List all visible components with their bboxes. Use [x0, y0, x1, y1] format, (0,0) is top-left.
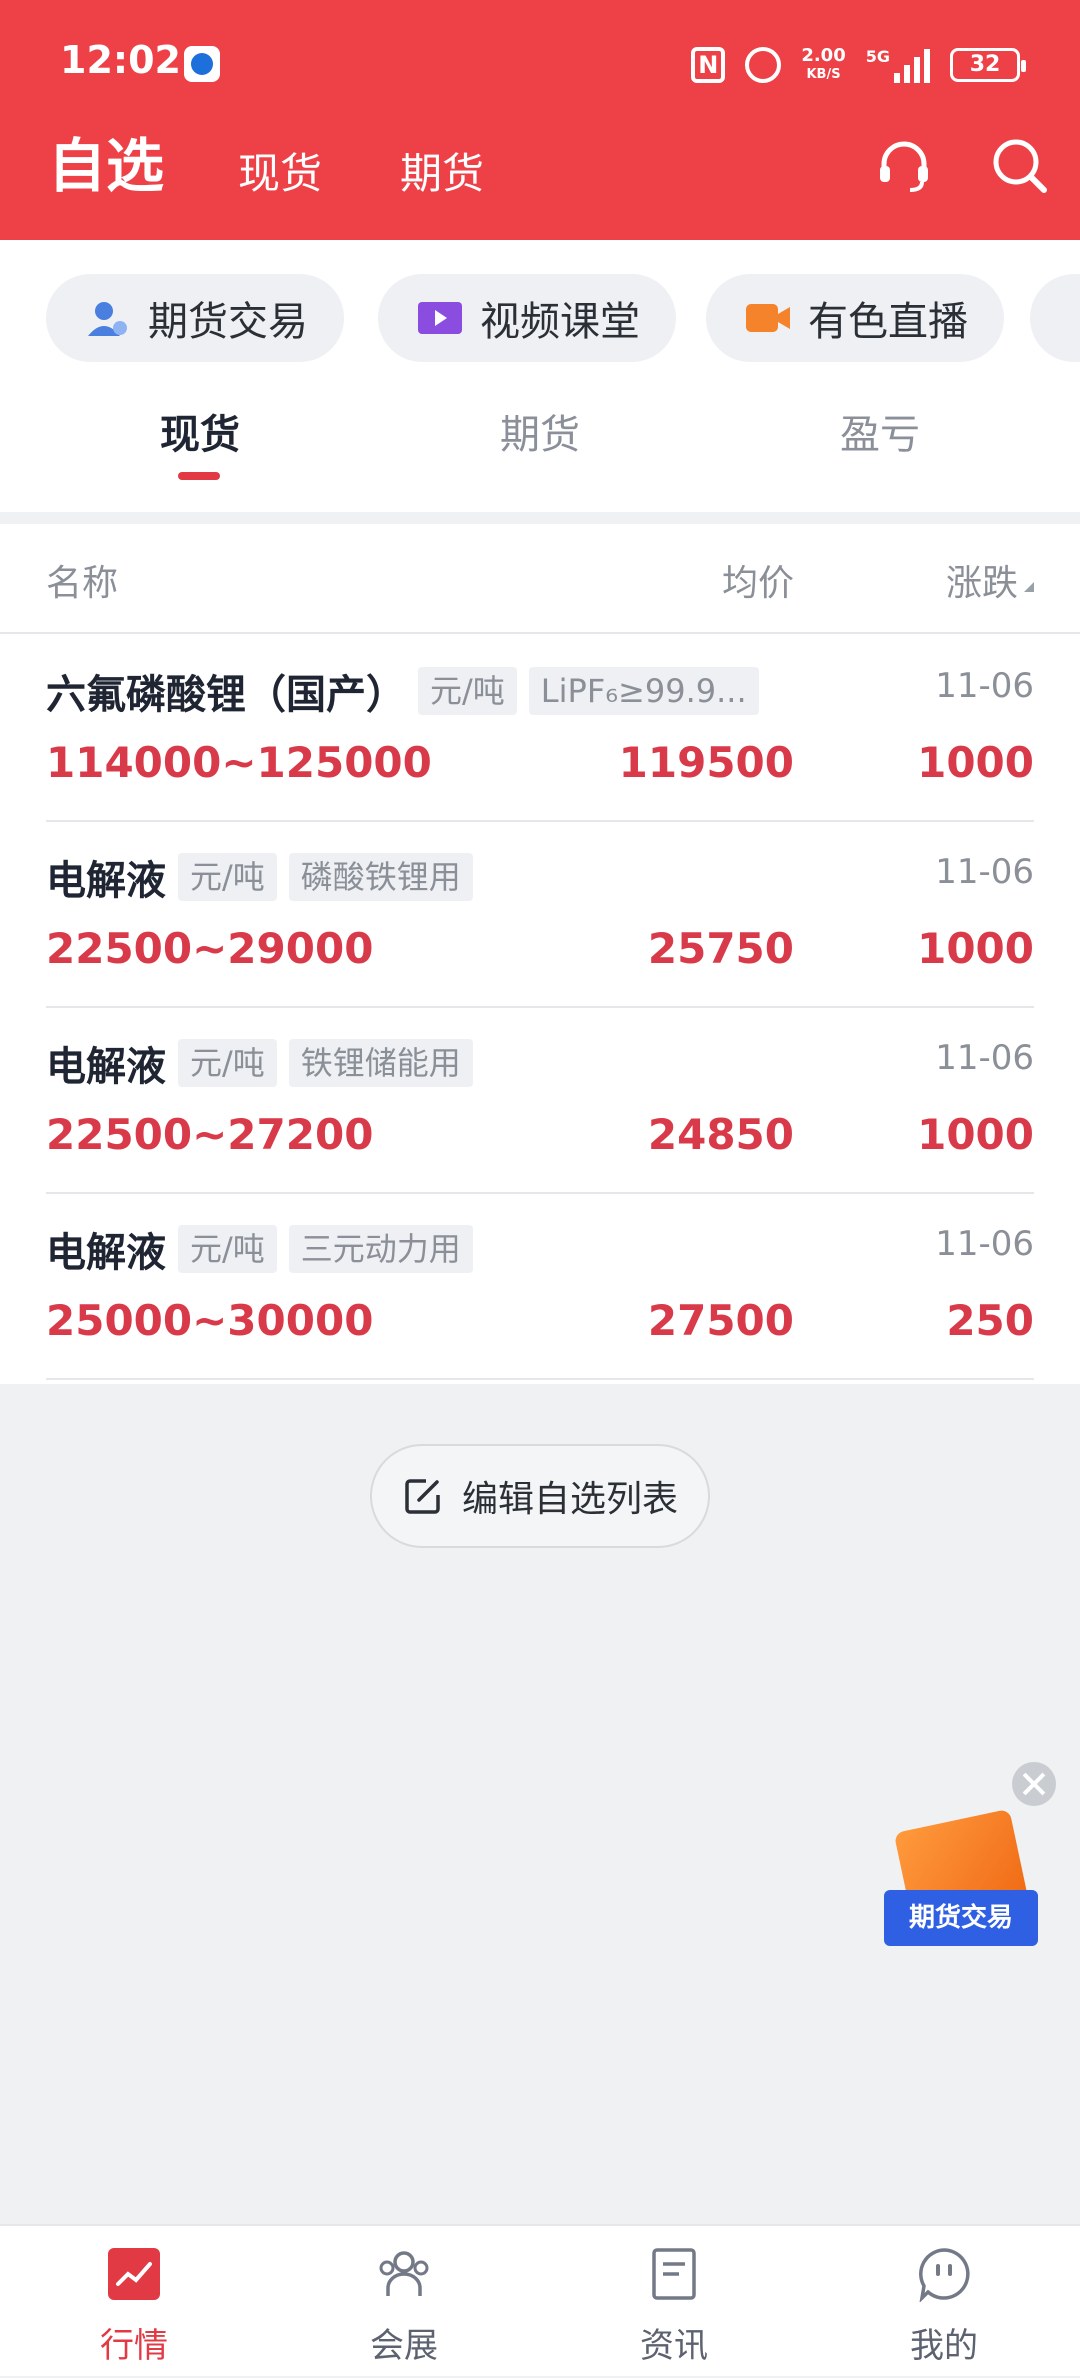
- status-icons: N 2.00 KB/S 5G 32: [691, 40, 1026, 90]
- user-trade-icon: [88, 302, 127, 336]
- alarm-icon: [745, 47, 782, 83]
- price-range: 114000~125000: [46, 738, 432, 787]
- nav-news[interactable]: 资讯: [574, 2226, 774, 2378]
- unit-tag: 元/吨: [178, 1039, 277, 1087]
- net-speed: 2.00 KB/S: [801, 46, 845, 84]
- app-notification-icon: [184, 46, 220, 82]
- avg-price: 24850: [647, 1110, 794, 1159]
- net-speed-value: 2.00: [801, 45, 846, 66]
- close-ad-icon[interactable]: [1012, 1762, 1056, 1806]
- top-nav: 自选 现货 期货: [0, 126, 1080, 240]
- subtab-bar: 现货 期货 盈亏: [0, 400, 1080, 500]
- search-icon[interactable]: [988, 134, 1052, 198]
- status-bar: 12:02 N 2.00 KB/S 5G 32: [0, 0, 1080, 126]
- spec-tag: 三元动力用: [288, 1225, 473, 1273]
- product-name: 六氟磷酸锂（国产）: [46, 672, 406, 718]
- chart-icon: [108, 2248, 160, 2300]
- network-type: 5G: [865, 47, 890, 66]
- avg-price: 25750: [647, 924, 794, 973]
- avg-price: 119500: [618, 738, 794, 787]
- video-icon: [418, 302, 462, 334]
- nav-label: 会展: [370, 2326, 438, 2366]
- table-row[interactable]: 电解液 元/吨 铁锂储能用 11-06 22500~27200 24850 10…: [46, 1008, 1034, 1194]
- tab-futures[interactable]: 期货: [400, 144, 484, 204]
- edit-icon: [405, 1479, 440, 1514]
- shortcut-panel: 期货交易 视频课堂 有色直播 现货 期货 盈亏: [0, 240, 1080, 512]
- chip-label: 期货交易: [148, 299, 308, 345]
- table-row[interactable]: 电解液 元/吨 三元动力用 11-06 25000~30000 27500 25…: [46, 1194, 1034, 1380]
- people-icon: [379, 2251, 429, 2296]
- nfc-icon: N: [691, 47, 726, 83]
- price-change: 250: [946, 1296, 1034, 1345]
- unit-tag: 元/吨: [418, 667, 517, 715]
- signal-icon: 5G: [866, 47, 930, 83]
- unit-tag: 元/吨: [178, 1225, 277, 1273]
- battery-level: 32: [969, 52, 1001, 77]
- nav-label: 我的: [910, 2326, 978, 2366]
- column-header: 名称 均价 涨跌: [0, 524, 1080, 634]
- price-change: 1000: [917, 738, 1034, 787]
- price-change: 1000: [917, 924, 1034, 973]
- net-speed-unit: KB/S: [806, 67, 841, 82]
- quote-date: 11-06: [935, 666, 1034, 706]
- document-icon: [652, 2248, 696, 2300]
- subtab-pnl[interactable]: 盈亏: [780, 400, 980, 470]
- price-range: 22500~29000: [46, 924, 374, 973]
- status-time: 12:02: [60, 38, 181, 82]
- battery-icon: 32: [950, 48, 1026, 82]
- unit-tag: 元/吨: [178, 853, 277, 901]
- chip-label: 视频课堂: [480, 299, 640, 345]
- app-header: 12:02 N 2.00 KB/S 5G 32 自选 现货 期货: [0, 0, 1080, 240]
- spec-tag: 铁锂储能用: [288, 1039, 473, 1087]
- column-change[interactable]: 涨跌: [946, 554, 1018, 606]
- chip-video-class[interactable]: 视频课堂: [378, 274, 676, 362]
- product-name: 电解液: [46, 1230, 166, 1276]
- tab-spot[interactable]: 现货: [238, 144, 322, 204]
- chip-label: 有色直播: [808, 299, 968, 345]
- price-range: 25000~30000: [46, 1296, 374, 1345]
- table-row[interactable]: 电解液 元/吨 磷酸铁锂用 11-06 22500~29000 25750 10…: [46, 822, 1034, 1008]
- nav-label: 行情: [100, 2326, 168, 2366]
- camera-icon: [746, 304, 790, 332]
- active-tab-indicator: [178, 472, 220, 480]
- page-title[interactable]: 自选: [48, 126, 164, 206]
- shortcut-chips: 期货交易 视频课堂 有色直播: [0, 274, 1080, 364]
- profile-icon: [919, 2248, 970, 2302]
- nav-exhibition[interactable]: 会展: [304, 2226, 504, 2378]
- nav-profile[interactable]: 我的: [844, 2226, 1044, 2378]
- edit-watchlist-button[interactable]: 编辑自选列表: [370, 1444, 710, 1548]
- subtab-futures[interactable]: 期货: [440, 400, 640, 470]
- edit-watchlist-label: 编辑自选列表: [461, 1479, 678, 1520]
- product-name: 电解液: [46, 858, 166, 904]
- price-change: 1000: [917, 1110, 1034, 1159]
- quote-date: 11-06: [935, 852, 1034, 892]
- column-name: 名称: [46, 563, 119, 604]
- subtab-spot[interactable]: 现货: [100, 400, 300, 470]
- quote-date: 11-06: [935, 1038, 1034, 1078]
- column-avg: 均价: [721, 563, 794, 604]
- headset-icon[interactable]: [872, 134, 936, 198]
- sort-icon[interactable]: [1024, 582, 1034, 592]
- futures-trade-float-ad[interactable]: 期货交易: [884, 1808, 1038, 1952]
- float-ad-label: 期货交易: [884, 1890, 1038, 1946]
- bottom-nav: 行情 会展 资讯 我的: [0, 2224, 1080, 2376]
- avg-price: 27500: [647, 1296, 794, 1345]
- chip-live[interactable]: 有色直播: [706, 274, 1004, 362]
- price-range: 22500~27200: [46, 1110, 374, 1159]
- nav-label: 资讯: [640, 2326, 708, 2366]
- nav-market[interactable]: 行情: [34, 2226, 234, 2378]
- watchlist: 名称 均价 涨跌 六氟磷酸锂（国产） 元/吨 LiPF₆≥99.9... 11-…: [0, 524, 1080, 1384]
- chip-futures-trade[interactable]: 期货交易: [46, 274, 344, 362]
- quote-date: 11-06: [935, 1224, 1034, 1264]
- product-name: 电解液: [46, 1044, 166, 1090]
- spec-tag: LiPF₆≥99.9...: [528, 667, 759, 715]
- chip-more[interactable]: [1030, 274, 1080, 362]
- spec-tag: 磷酸铁锂用: [288, 853, 473, 901]
- table-row[interactable]: 六氟磷酸锂（国产） 元/吨 LiPF₆≥99.9... 11-06 114000…: [46, 636, 1034, 822]
